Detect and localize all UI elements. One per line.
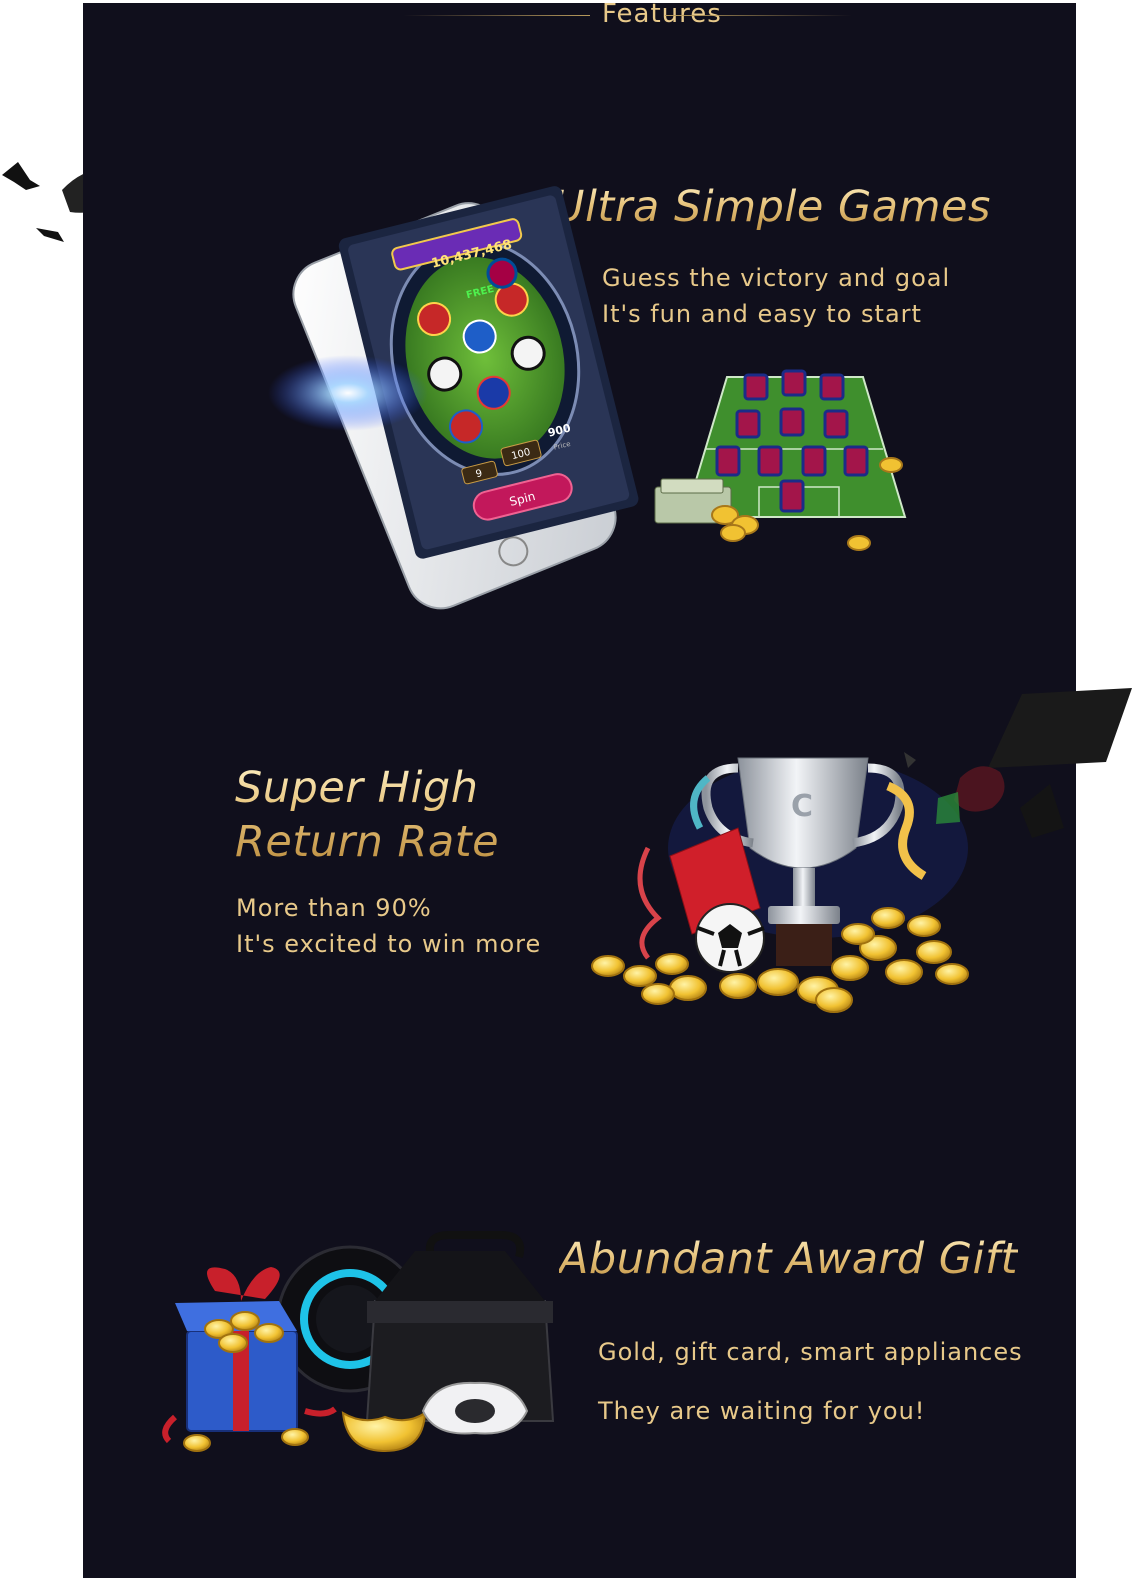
feature-2-description: More than 90% It's excited to win more: [236, 890, 541, 962]
feature-2-title-line-2: Return Rate: [235, 817, 500, 867]
feature-2-line-1: More than 90%: [236, 894, 432, 922]
feature-1-line-2: It's fun and easy to start: [602, 300, 922, 328]
feature-2-title-line-1: Super High: [235, 763, 479, 813]
feature-2-line-2: It's excited to win more: [236, 930, 542, 958]
phone-slot-game-icon: 10,437,468 FREE 9 100 900 Price Spin: [268, 186, 639, 610]
feature-1-line-1: Guess the victory and goal: [602, 264, 951, 292]
title-rule-right: [665, 15, 852, 16]
feature-3-line-2: They are waiting for you!: [598, 1397, 926, 1425]
gift-box-appliances-icon: [162, 1231, 555, 1453]
feature-3-title: Abundant Award Gift: [559, 1233, 1018, 1287]
feature-1-description: Guess the victory and goal It's fun and …: [602, 260, 950, 332]
page: Features Ultra Simple Games Guess the vi…: [0, 0, 1139, 1578]
confetti-right-icon: [904, 688, 1132, 838]
feature-2-title: Super High Return Rate: [235, 761, 499, 869]
feature-3-line-1: Gold, gift card, smart appliances: [598, 1338, 1023, 1366]
title-rule-left: [403, 15, 590, 16]
trophy-badge-letter: C: [791, 789, 813, 824]
football-field-jerseys-icon: [654, 369, 907, 551]
feature-3-description: Gold, gift card, smart appliances They a…: [598, 1323, 1023, 1441]
